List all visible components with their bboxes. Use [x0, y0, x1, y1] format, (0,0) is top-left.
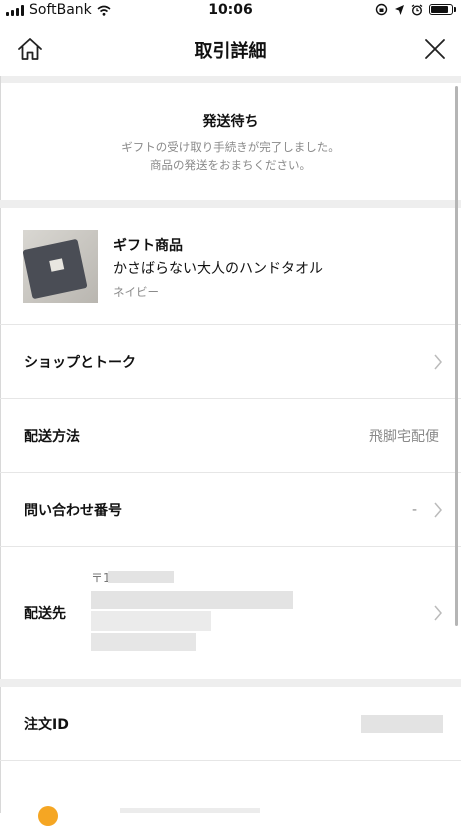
inquiry-number-row[interactable]: 問い合わせ番号 - [0, 473, 461, 546]
product-item[interactable]: ギフト商品 かさばらない大人のハンドタオル ネイビー [0, 208, 461, 324]
shipping-status-message-1: ギフトの受け取り手続きが完了しました。 [121, 140, 340, 154]
shipping-status-title: 発送待ち [202, 114, 259, 130]
header: 取引詳細 [0, 22, 461, 76]
product-image [23, 230, 98, 303]
divider [0, 760, 461, 761]
location-arrow-icon [395, 4, 404, 15]
shipping-method-value: 飛脚宅配便 [369, 428, 439, 445]
shipping-method-label: 配送方法 [24, 428, 80, 445]
towel-illustration [23, 238, 88, 300]
battery-icon [429, 4, 456, 15]
product-variant: ネイビー [113, 285, 159, 299]
shipping-status-message-2: 商品の発送をおまちください。 [150, 158, 311, 172]
shipping-method-row: 配送方法 飛脚宅配便 [0, 399, 461, 472]
destination-row[interactable]: 配送先 〒1 [0, 547, 461, 679]
order-id-label: 注文ID [24, 716, 69, 733]
partial-row-icon [38, 806, 58, 826]
partial-row-text [120, 808, 260, 813]
order-id-row: 注文ID [0, 687, 461, 760]
page-title: 取引詳細 [194, 41, 267, 62]
close-icon[interactable] [421, 35, 449, 63]
shop-talk-label: ショップとトーク [24, 354, 136, 371]
inquiry-number-label: 問い合わせ番号 [24, 502, 122, 519]
chevron-right-icon [434, 605, 442, 621]
section-gap [0, 200, 461, 208]
rotation-lock-icon [375, 3, 388, 16]
battery-level [431, 6, 449, 13]
product-name: かさばらない大人のハンドタオル [113, 261, 323, 277]
chevron-right-icon [434, 354, 442, 369]
redacted-address-line-2 [91, 611, 211, 631]
section-gap [0, 76, 461, 83]
alarm-icon [411, 3, 423, 16]
section-gap [0, 679, 461, 687]
product-category: ギフト商品 [113, 238, 183, 254]
redacted-order-id [361, 715, 443, 733]
shipping-status-section: 発送待ち ギフトの受け取り手続きが完了しました。 商品の発送をおまちください。 [0, 83, 461, 200]
shop-talk-row[interactable]: ショップとトーク [0, 325, 461, 398]
towel-tag [49, 258, 65, 272]
destination-label: 配送先 [24, 606, 66, 622]
redacted-postal [108, 571, 174, 583]
scrollbar[interactable] [455, 86, 458, 626]
inquiry-number-value: - [411, 501, 417, 518]
chevron-right-icon [434, 502, 442, 517]
redacted-address-line-3 [91, 633, 196, 651]
status-right [375, 3, 456, 16]
redacted-address-line-1 [91, 591, 293, 609]
status-bar: SoftBank 10:06 [0, 0, 461, 22]
